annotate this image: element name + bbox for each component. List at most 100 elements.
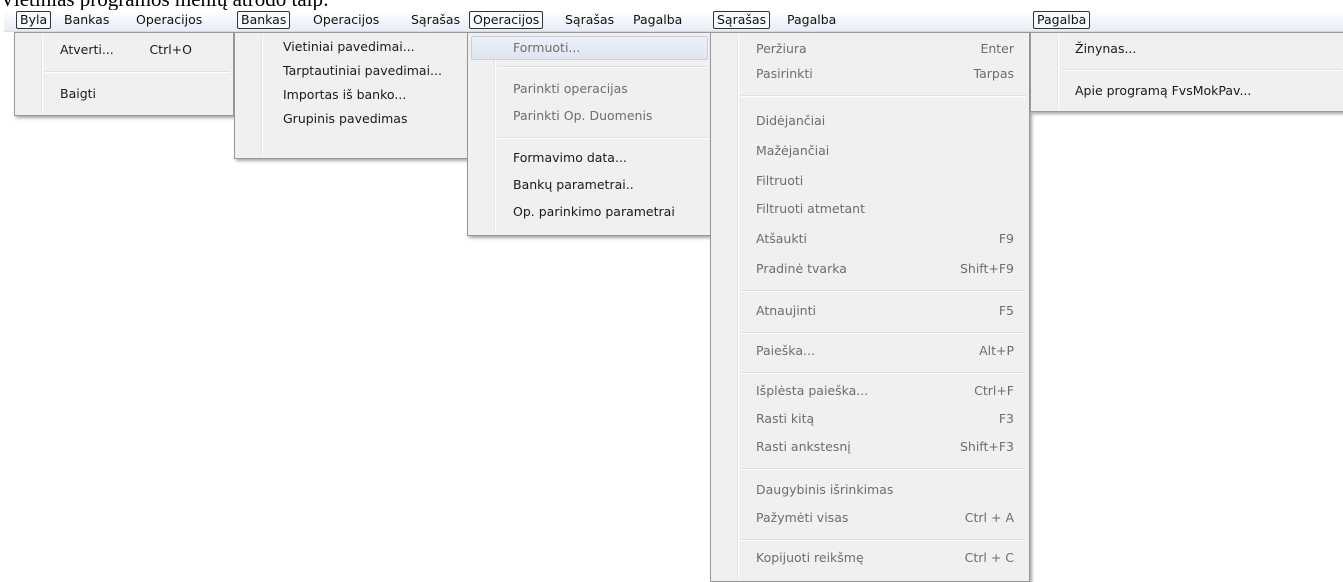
menu-item-label: Apie programą FvsMokPav... [1075, 83, 1252, 98]
menu-item-atsaukti[interactable]: Atšaukti F9 [714, 228, 1026, 250]
menu-operacijos[interactable]: Operacijos [134, 12, 204, 28]
menu-item-daugybinis-isrinkimas[interactable]: Daugybinis išrinkimas [714, 479, 1026, 501]
menu-item-label: Pradinė tvarka [756, 261, 847, 276]
operacijos-dropdown: Formuoti... Parinkti operacijas Parinkti… [467, 32, 712, 236]
menu-item-formuoti[interactable]: Formuoti... [471, 36, 708, 60]
menu-item-shortcut: Shift+F3 [959, 439, 1014, 454]
menu-item-pasirinkti[interactable]: Pasirinkti Tarpas [714, 63, 1026, 85]
menu-sarasas[interactable]: Sąrašas [409, 12, 462, 28]
menu-item-label: Atverti... [60, 42, 114, 57]
menu-item-zinynas[interactable]: Žinynas... [1034, 38, 1341, 60]
menu-separator [45, 71, 230, 73]
menu-separator [498, 137, 708, 139]
menu-item-didejanciai[interactable]: Didėjančiai [714, 110, 1026, 132]
menu-item-pazymeti-visas[interactable]: Pažymėti visas Ctrl + A [714, 507, 1026, 529]
menu-item-atverti[interactable]: Atverti... Ctrl+O [18, 39, 230, 61]
menu-item-shortcut: Enter [980, 41, 1014, 56]
menu-item-label: Atšaukti [756, 231, 807, 246]
menu-item-rasti-kita[interactable]: Rasti kitą F3 [714, 408, 1026, 430]
menu-item-shortcut: Alt+P [979, 343, 1014, 358]
menu-item-label: Paieška... [756, 343, 815, 358]
byla-dropdown: Atverti... Ctrl+O Baigti [14, 32, 234, 116]
menu-item-label: Op. parinkimo parametrai [513, 204, 675, 219]
menu-item-perziura[interactable]: Peržiura Enter [714, 38, 1026, 60]
menu-separator [741, 539, 1026, 541]
menu-item-shortcut: Ctrl + A [964, 510, 1014, 525]
menu-item-kopijuoti-reiksme[interactable]: Kopijuoti reikšmę Ctrl + C [714, 547, 1026, 569]
menu-item-label: Didėjančiai [756, 113, 826, 128]
menu-sarasas[interactable]: Sąrašas [563, 12, 616, 28]
menubar-pagalba-shot: Pagalba [1030, 10, 1343, 32]
menubar-bankas-shot: Bankas Operacijos Sąrašas [234, 10, 466, 32]
menu-item-paieska[interactable]: Paieška... Alt+P [714, 340, 1026, 362]
menu-item-op-parinkimo-parametrai[interactable]: Op. parinkimo parametrai [471, 201, 708, 223]
menu-item-banku-parametrai[interactable]: Bankų parametrai.. [471, 174, 708, 196]
menu-item-label: Mažėjančiai [756, 143, 830, 158]
menu-separator [498, 66, 708, 68]
menu-separator [1061, 69, 1341, 71]
menu-separator [741, 332, 1026, 334]
menu-item-pradine-tvarka[interactable]: Pradinė tvarka Shift+F9 [714, 258, 1026, 280]
menu-item-label: Išplėsta paieška... [756, 383, 869, 398]
menu-item-shortcut: F5 [998, 303, 1014, 318]
sarasas-dropdown: Peržiura Enter Pasirinkti Tarpas Didėjan… [710, 32, 1030, 582]
menubar-sarasas-shot: Sąrašas Pagalba [710, 10, 1030, 32]
menu-item-importas[interactable]: Importas iš banko... [238, 84, 464, 106]
menu-item-label: Formavimo data... [513, 150, 627, 165]
menu-item-shortcut: Ctrl + C [964, 550, 1014, 565]
menu-pagalba[interactable]: Pagalba [785, 12, 838, 28]
menu-item-label: Baigti [60, 86, 97, 101]
menu-item-label: Filtruoti atmetant [756, 201, 865, 216]
menu-item-filtruoti-atmetant[interactable]: Filtruoti atmetant [714, 198, 1026, 220]
menu-item-label: Parinkti Op. Duomenis [513, 108, 653, 123]
menu-item-shortcut: F9 [998, 231, 1014, 246]
menu-item-parinkti-operacijas[interactable]: Parinkti operacijas [471, 78, 708, 100]
menu-item-label: Bankų parametrai.. [513, 177, 634, 192]
menu-item-mazejanciai[interactable]: Mažėjančiai [714, 140, 1026, 162]
menu-item-formavimo-data[interactable]: Formavimo data... [471, 147, 708, 169]
menu-bankas[interactable]: Bankas [62, 12, 111, 28]
menu-item-rasti-ankstesni[interactable]: Rasti ankstesnį Shift+F3 [714, 436, 1026, 458]
menu-item-label: Filtruoti [756, 173, 804, 188]
menu-item-apie-programa[interactable]: Apie programą FvsMokPav... [1034, 80, 1341, 102]
menu-item-label: Grupinis pavedimas [283, 111, 408, 126]
menu-item-label: Daugybinis išrinkimas [756, 482, 894, 497]
menu-item-shortcut: F3 [998, 411, 1014, 426]
menu-separator [741, 468, 1026, 470]
menu-byla[interactable]: Byla [16, 11, 52, 29]
menubar-byla-shot: Byla Bankas Operacijos [4, 10, 234, 32]
menu-bankas[interactable]: Bankas [237, 11, 291, 29]
menu-operacijos[interactable]: Operacijos [311, 12, 381, 28]
menu-separator [741, 290, 1026, 292]
menu-item-filtruoti[interactable]: Filtruoti [714, 170, 1026, 192]
menu-separator [741, 372, 1026, 374]
menu-item-isplesta-paieska[interactable]: Išplėsta paieška... Ctrl+F [714, 380, 1026, 402]
menu-pagalba[interactable]: Pagalba [1033, 11, 1091, 29]
menu-item-label: Vietiniai pavedimai... [283, 39, 415, 54]
menu-item-label: Tarptautiniai pavedimai... [283, 63, 442, 78]
menu-item-label: Formuoti... [513, 40, 581, 55]
menu-separator [741, 95, 1026, 97]
menu-item-label: Žinynas... [1075, 41, 1137, 56]
menu-operacijos[interactable]: Operacijos [469, 11, 544, 29]
menu-item-vietiniai[interactable]: Vietiniai pavedimai... [238, 36, 464, 58]
menu-sarasas[interactable]: Sąrašas [713, 11, 771, 29]
menu-item-label: Pasirinkti [756, 66, 813, 81]
menu-item-label: Atnaujinti [756, 303, 816, 318]
page-caption: Vietinias programos menių atrodo taip: [0, 0, 520, 10]
menubar-operacijos-shot: Operacijos Sąrašas Pagalba [466, 10, 710, 32]
menu-item-label: Rasti ankstesnį [756, 439, 851, 454]
menu-pagalba[interactable]: Pagalba [631, 12, 684, 28]
pagalba-dropdown: Žinynas... Apie programą FvsMokPav... [1030, 32, 1343, 112]
menu-item-shortcut: Shift+F9 [959, 261, 1014, 276]
menu-item-label: Kopijuoti reikšmę [756, 550, 864, 565]
menu-item-label: Peržiura [756, 41, 807, 56]
menu-item-shortcut: Ctrl+F [974, 383, 1014, 398]
menu-item-grupinis[interactable]: Grupinis pavedimas [238, 108, 464, 130]
menu-item-atnaujinti[interactable]: Atnaujinti F5 [714, 300, 1026, 322]
menu-item-baigti[interactable]: Baigti [18, 83, 230, 105]
menu-item-label: Parinkti operacijas [513, 81, 628, 96]
menu-item-tarptautiniai[interactable]: Tarptautiniai pavedimai... [238, 60, 464, 82]
menu-item-label: Rasti kitą [756, 411, 815, 426]
menu-item-parinkti-op-duomenis[interactable]: Parinkti Op. Duomenis [471, 105, 708, 127]
